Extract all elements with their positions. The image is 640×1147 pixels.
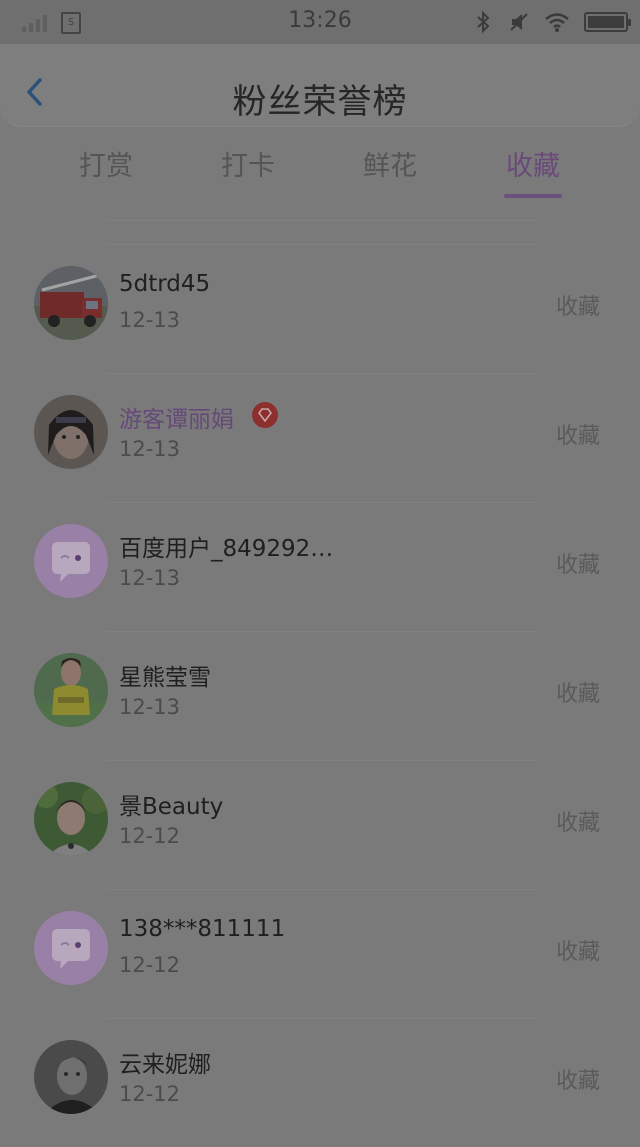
avatar[interactable]: [34, 395, 108, 469]
fan-action: 收藏: [556, 811, 601, 836]
header: 粉丝荣誉榜: [0, 44, 640, 127]
battery-icon: [584, 12, 631, 32]
outdoor-portrait-avatar-icon: [34, 782, 108, 856]
list-item[interactable]: 游客谭丽娟 12-13 收藏: [34, 373, 600, 502]
list-item[interactable]: 云来妮娜 12-12 收藏: [34, 1018, 600, 1147]
bluetooth-icon: [477, 10, 490, 34]
fan-date: 12-12: [119, 1082, 181, 1106]
fan-action: 收藏: [556, 1069, 601, 1094]
tab-flowers[interactable]: 鲜花: [340, 144, 440, 183]
fan-list: 5dtrd45 12-13 收藏 游客谭丽娟 12-13 收藏 百度用户_849…: [0, 244, 640, 1147]
tab-reward[interactable]: 打赏: [56, 144, 156, 183]
divider: [106, 220, 536, 221]
fan-name: 138***811111: [119, 916, 286, 942]
status-bar: S 13:26: [0, 0, 640, 44]
avatar[interactable]: [34, 524, 108, 598]
avatar[interactable]: [34, 266, 108, 340]
list-item[interactable]: 景Beauty 12-12 收藏: [34, 760, 600, 889]
selfie-avatar-icon: [34, 395, 108, 469]
fan-name: 5dtrd45: [119, 271, 211, 297]
avatar[interactable]: [34, 782, 108, 856]
fire-truck-avatar-icon: [34, 266, 108, 340]
fan-action: 收藏: [556, 424, 601, 449]
active-tab-indicator: [504, 194, 562, 198]
mute-icon: [510, 13, 528, 31]
fan-name: 云来妮娜: [119, 1052, 211, 1078]
fan-action: 收藏: [556, 682, 601, 707]
tab-checkin[interactable]: 打卡: [198, 144, 298, 183]
dark-portrait-avatar-icon: [34, 1040, 108, 1114]
list-item[interactable]: 5dtrd45 12-13 收藏: [34, 244, 600, 373]
wifi-icon: [545, 13, 569, 32]
fan-date: 12-13: [119, 308, 181, 332]
fan-date: 12-12: [119, 953, 181, 977]
default-chat-avatar-icon: [34, 524, 108, 598]
fan-action: 收藏: [556, 940, 601, 965]
list-item[interactable]: 百度用户_849292… 12-13 收藏: [34, 502, 600, 631]
avatar[interactable]: [34, 653, 108, 727]
yellow-shirt-avatar-icon: [34, 653, 108, 727]
fan-action: 收藏: [556, 295, 601, 320]
avatar[interactable]: [34, 911, 108, 985]
fan-name: 星熊莹雪: [119, 665, 211, 691]
fan-action: 收藏: [556, 553, 601, 578]
page-title: 粉丝荣誉榜: [232, 82, 408, 122]
tab-favorites[interactable]: 收藏: [483, 144, 583, 183]
fan-date: 12-13: [119, 437, 181, 461]
fan-name: 景Beauty: [119, 794, 224, 820]
list-item[interactable]: 138***811111 12-12 收藏: [34, 889, 600, 1018]
fan-date: 12-13: [119, 695, 181, 719]
vip-diamond-icon: [252, 402, 278, 428]
default-chat-avatar-icon: [34, 911, 108, 985]
fan-name: 百度用户_849292…: [119, 536, 334, 562]
tab-bar: 打赏 打卡 鲜花 收藏: [0, 132, 640, 202]
fan-date: 12-12: [119, 824, 181, 848]
fan-name: 游客谭丽娟: [119, 407, 234, 433]
fan-date: 12-13: [119, 566, 181, 590]
avatar[interactable]: [34, 1040, 108, 1114]
list-item[interactable]: 星熊莹雪 12-13 收藏: [34, 631, 600, 760]
